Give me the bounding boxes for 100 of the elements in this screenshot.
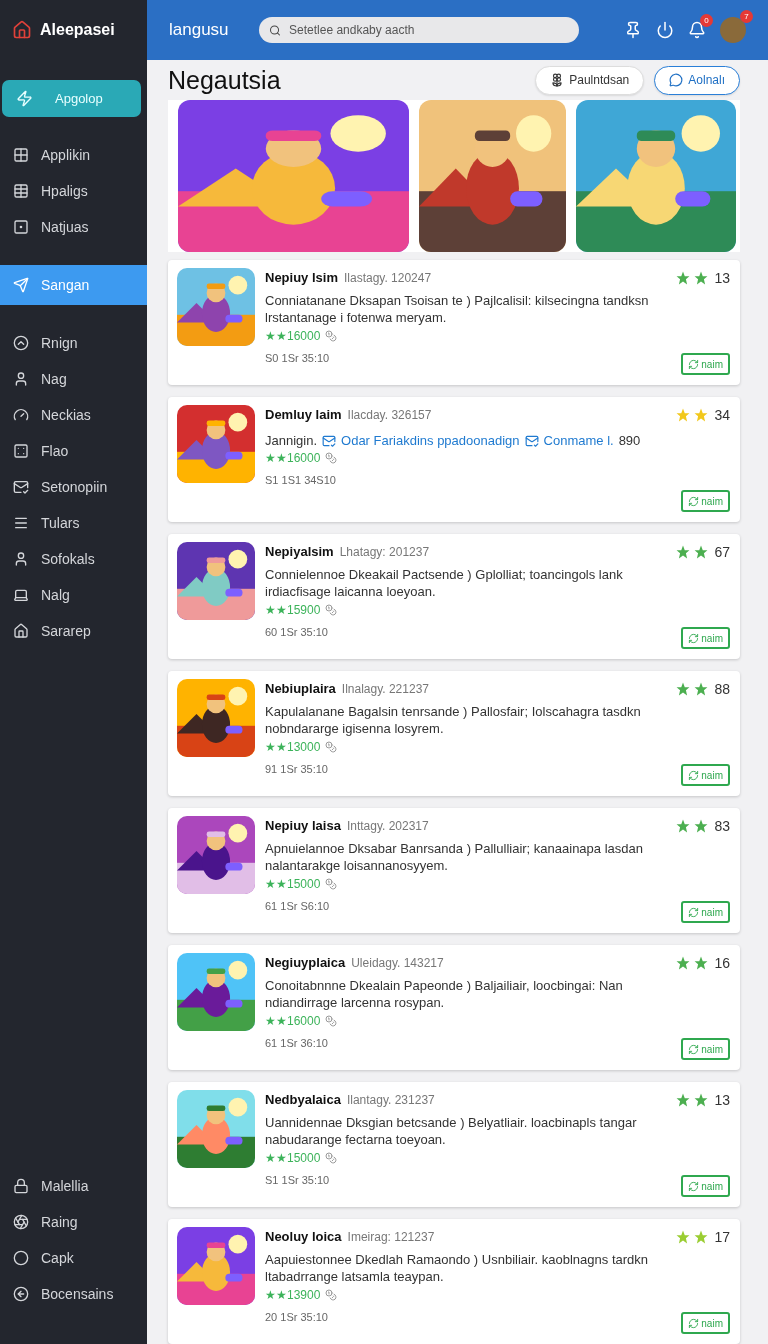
app-date: Imeirag: 121237	[347, 1230, 435, 1244]
brand-name: Aleepasei	[40, 21, 115, 39]
sidebar-item[interactable]: Nag	[0, 361, 147, 397]
star-icon	[676, 1230, 691, 1244]
star-icon	[694, 1093, 709, 1107]
coin-icon	[325, 1015, 338, 1027]
sidebar-item[interactable]: Raing	[0, 1204, 147, 1240]
star-icon	[694, 408, 709, 422]
app-meta: S1 1Sr 35:10	[265, 1174, 331, 1186]
link[interactable]: Conmame l.	[543, 433, 614, 448]
app-date: Ilantagy. 231237	[346, 1093, 435, 1107]
lightning-icon	[16, 90, 33, 107]
header-button[interactable]: Aolnalı	[654, 65, 740, 95]
app-meta: 61 1Sr S6:10	[265, 900, 331, 912]
sidebar-item[interactable]: Sararep	[0, 613, 147, 649]
star-icon	[676, 956, 691, 970]
link[interactable]: Odar Fariakdins ppadoonadign	[341, 433, 520, 448]
search-field[interactable]: Setetlee andkaby aacth	[259, 17, 579, 43]
rating-score: 17	[714, 1229, 730, 1245]
sidebar-item[interactable]: Hpaligs	[0, 173, 147, 209]
star-icon	[676, 819, 691, 833]
sidebar-item[interactable]: Setonopiin	[0, 469, 147, 505]
app-description: Aapuiestonnee Dkedlah Ramaondo ) Usnbiliair. kaoblnagns tardkn ltabadrrange latsamla teaypan.	[265, 1251, 650, 1285]
rating-score: 88	[714, 681, 730, 697]
sidebar-item[interactable]: Applikin	[0, 137, 147, 173]
coin-icon	[325, 604, 338, 616]
bell-icon[interactable]	[688, 21, 706, 39]
app-name: Nepiuy laisa	[265, 818, 341, 833]
rating-count: ★★15900	[265, 603, 321, 617]
app-description: Kapulalanane Bagalsin tenrsande ) Pallosfair; Iolscahagra tasdkn nobndararge igisenna losyrem.	[265, 703, 642, 737]
sidebar-item[interactable]: Neckias	[0, 397, 147, 433]
app-date: Inttagy. 202317	[346, 819, 429, 833]
star-icon	[694, 545, 709, 559]
app-name: Nedbyalaica	[265, 1092, 341, 1107]
rating-count: ★★13900	[265, 1288, 321, 1302]
star-icon	[694, 1230, 709, 1244]
app-date: Lhatagy: 201237	[339, 545, 430, 559]
sidebar-item[interactable]: Bocensains	[0, 1276, 147, 1312]
star-icon	[694, 819, 709, 833]
rating-score: 34	[714, 407, 730, 423]
sidebar-item[interactable]: Sofokals	[0, 541, 147, 577]
star-icon	[676, 1093, 691, 1107]
flower-icon	[550, 73, 565, 87]
star-icon	[694, 956, 709, 970]
search-icon	[269, 23, 282, 37]
power-icon[interactable]	[656, 21, 674, 39]
coin-icon	[325, 1152, 338, 1164]
rating-count: ★★15000	[265, 877, 321, 891]
app-meta: 20 1Sr 35:10	[265, 1311, 329, 1323]
rating-score: 13	[714, 1092, 730, 1108]
app-name: Negiuyplaica	[265, 955, 346, 970]
app-meta: 60 1Sr 35:10	[265, 626, 329, 638]
sidebar-item[interactable]: Capk	[0, 1240, 147, 1276]
app-date: Ilacday. 326157	[347, 408, 432, 422]
sidebar-item[interactable]: Tulars	[0, 505, 147, 541]
sidebar-item[interactable]: Flao	[0, 433, 147, 469]
app-description: Uannidennae Dksgian betcsande ) Belyatliair. loacbinapls tangar nabudarange fectarna toeyoan.	[265, 1114, 638, 1148]
page-title: Negautsia	[168, 65, 282, 95]
refresh-icon	[688, 1043, 700, 1055]
rating-score: 83	[714, 818, 730, 834]
app-date: Uleidagy. 143217	[351, 956, 444, 970]
coin-icon	[325, 452, 338, 464]
app-date: Ilnalagy. 221237	[341, 682, 429, 696]
search-input[interactable]: Setetlee andkaby aacth	[287, 22, 569, 38]
app-description: Connielennoe Dkeakail Pactsende ) Gplolliat; toancingols lank irdiacfisage laicanna loeyoan.	[265, 566, 624, 600]
star-icon	[676, 271, 691, 285]
sidebar-item[interactable]: Nalg	[0, 577, 147, 613]
app-description: Apnuielannoe Dksabar Banrsanda ) Pallulliair; kanaainapa lasdan nalantarakge loisannanosyyem.	[265, 840, 644, 874]
header-button[interactable]: Paulntdsan	[535, 65, 645, 95]
app-meta: S0 1Sr 35:10	[265, 352, 331, 364]
rating-count: ★★16000	[265, 1014, 321, 1028]
pin-icon[interactable]	[624, 21, 642, 39]
app-name: Neoluy loica	[265, 1229, 342, 1244]
rating-count: ★★13000	[265, 740, 321, 754]
coin-icon	[325, 741, 338, 753]
sidebar-item[interactable]: Malellia	[0, 1168, 147, 1204]
app-name: Nebiuplaira	[265, 681, 336, 696]
sidebar-item[interactable]: Rnign	[0, 325, 147, 361]
app-name: Nepiyalsim	[265, 544, 334, 559]
app-description: Conoitabnnne Dkealain Papeonde ) Baljailiair, loocbingai: Nan ndiandirrage larcenna rosypan.	[265, 977, 624, 1011]
rating-score: 16	[714, 955, 730, 971]
app-name: Nepiuy lsim	[265, 270, 338, 285]
star-icon	[676, 682, 691, 696]
star-icon	[694, 271, 709, 285]
app-name: Demluy laim	[265, 407, 342, 422]
rating-count: ★★15000	[265, 1151, 321, 1165]
app-description: Conniatanane Dksapan Tsoisan te ) Pajlcalisil: kilsecingna tandksn lrstantanage i fotenwa meryam.	[265, 292, 650, 326]
coin-icon	[325, 1289, 338, 1301]
house-icon	[12, 20, 32, 40]
refresh-icon	[688, 1317, 700, 1329]
app-date: Ilastagy. 120247	[343, 271, 432, 285]
coin-icon	[325, 330, 338, 342]
refresh-icon	[688, 632, 700, 644]
app-meta: 61 1Sr 36:10	[265, 1037, 329, 1049]
star-icon	[676, 408, 691, 422]
rating-count: ★★16000	[265, 451, 321, 465]
rating-score: 67	[714, 544, 730, 560]
sidebar-item[interactable]: Natjuas	[0, 209, 147, 245]
refresh-icon	[688, 358, 700, 370]
app-title: langusu	[169, 20, 230, 40]
